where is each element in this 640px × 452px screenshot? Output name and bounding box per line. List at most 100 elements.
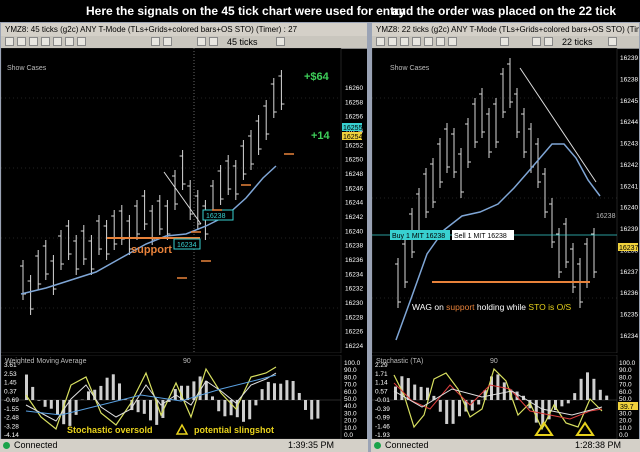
histogram-bar: [242, 400, 245, 422]
price-axis-label: 16245: [620, 98, 638, 105]
osc-axis-label: 1.14: [375, 380, 388, 387]
right-price-panel[interactable]: Show Cases Buy 1 MIT 16238 Sell 1 MIT 16…: [372, 48, 640, 353]
zoom-icon[interactable]: [424, 37, 433, 46]
histogram-bar: [586, 372, 589, 400]
histogram-bar: [598, 389, 602, 400]
histogram-bar: [254, 400, 258, 406]
histogram-bar: [304, 400, 307, 410]
osc-axis-label: 80.0: [344, 374, 357, 381]
right-status-time: 1:28:38 PM: [575, 440, 622, 450]
left-price-panel[interactable]: Show Cases support +$64 +14 16238 16234 …: [1, 48, 368, 353]
indicator-title: Weighted Moving Average: [5, 358, 87, 365]
histogram-bar: [279, 383, 283, 400]
link-icon[interactable]: [376, 37, 385, 46]
price-axis-label: 16238: [345, 243, 363, 250]
histogram-bar: [211, 396, 214, 400]
histogram-bar: [142, 400, 146, 414]
right-status-bar: Connected 1:28:38 PM: [371, 439, 640, 452]
sell-order-tag[interactable]: Sell 1 MIT 16238: [454, 233, 507, 240]
histogram-bar: [49, 400, 53, 409]
price-axis-label: 16237: [620, 269, 638, 276]
flag-icon[interactable]: [500, 37, 509, 46]
histogram-bar: [310, 400, 314, 420]
current-price-tag-2: 16254: [343, 134, 363, 141]
histogram-bar: [149, 400, 152, 421]
annotation-slingshot: potential slingshot: [194, 425, 274, 435]
osc-axis-label: -0.99: [375, 415, 390, 422]
forward-icon[interactable]: [544, 37, 553, 46]
osc-value-tag: 39.7: [620, 404, 634, 411]
price-axis-label: 16240: [620, 205, 638, 212]
back-icon[interactable]: [197, 37, 206, 46]
text-icon[interactable]: [41, 37, 50, 46]
right-indicator-panel[interactable]: Stochastic (TA) 90 2.291.711.140.57-0.01…: [372, 355, 640, 439]
histogram-bar: [285, 380, 289, 400]
period-icon[interactable]: [276, 37, 285, 46]
histogram-bar: [273, 383, 276, 400]
histogram-bar: [605, 395, 609, 400]
draw-icon[interactable]: [400, 37, 409, 46]
right-chart-titlebar[interactable]: YMZ8: 22 ticks (g2c) ANY T-Mode (TLs+Gri…: [372, 23, 639, 36]
support-label: support: [131, 244, 172, 256]
osc-axis-label: -0.01: [375, 397, 390, 404]
link-icon[interactable]: [5, 37, 14, 46]
histogram-bar: [204, 381, 208, 400]
osc-axis-label: 80.0: [619, 374, 632, 381]
osc-axis-label: -1.46: [375, 423, 390, 430]
price-axis-label: 16236: [345, 257, 363, 264]
histogram-bar: [451, 400, 455, 424]
connection-status: Connected: [385, 440, 429, 450]
histogram-bar: [592, 378, 596, 400]
histogram-bar: [316, 400, 320, 419]
osc-right-axis: 100.090.080.070.060.050.040.030.020.010.…: [619, 360, 636, 439]
left-chart-titlebar[interactable]: YMZ8: 45 ticks (g2c) ANY T-Mode (TLs+Gri…: [1, 23, 367, 36]
histogram-bar: [445, 400, 449, 424]
level-box-16234: 16234: [177, 242, 197, 249]
profit-label-2: +14: [311, 130, 331, 142]
draw-icon[interactable]: [29, 37, 38, 46]
buy-order-tag[interactable]: Buy 1 MIT 16238: [392, 233, 445, 240]
wag-annotation: WAG on support holding while STO is O/S: [412, 302, 572, 312]
forward-icon[interactable]: [209, 37, 218, 46]
osc-axis-label: 30.0: [344, 410, 357, 417]
back-icon[interactable]: [532, 37, 541, 46]
sound-icon[interactable]: [163, 37, 172, 46]
indicator-icon[interactable]: [77, 37, 86, 46]
osc-axis-label: 1.45: [4, 380, 17, 387]
flag-icon[interactable]: [151, 37, 160, 46]
banner-left-text: Here the signals on the 45 tick chart we…: [86, 4, 406, 18]
show-cases-label: Show Cases: [7, 65, 47, 72]
properties-icon[interactable]: [65, 37, 74, 46]
histogram-bar: [566, 400, 570, 404]
histogram-bar: [266, 381, 270, 400]
banner-right-text: and the order was placed on the 22 tick: [392, 4, 617, 18]
histogram-bar: [74, 400, 78, 415]
price-axis-label: 16228: [345, 314, 363, 321]
left-chart-window: YMZ8: 45 ticks (g2c) ANY T-Mode (TLs+Gri…: [0, 22, 368, 452]
zoom-icon[interactable]: [53, 37, 62, 46]
histogram-bar: [297, 392, 301, 400]
interval-selector[interactable]: 45 ticks: [227, 36, 258, 48]
price-axis-label: 16244: [620, 119, 638, 126]
properties-icon[interactable]: [436, 37, 445, 46]
price-axis[interactable]: 16239 16238 16245 16244 16243 16242 16241 16240…: [620, 55, 638, 340]
osc-axis-label: 20.0: [619, 418, 632, 425]
osc-axis-label: 2.53: [4, 371, 17, 378]
current-price-tag-1: 16255: [343, 125, 363, 132]
osc-axis-label: 50.0: [344, 396, 357, 403]
interval-selector[interactable]: 22 ticks: [562, 36, 593, 48]
left-indicator-panel[interactable]: Weighted Moving Average 90 3.61 2.53 1.450…: [1, 355, 368, 439]
cursor-icon[interactable]: [17, 37, 26, 46]
price-axis-label: 16242: [345, 214, 363, 221]
histogram-bar: [136, 400, 140, 413]
cursor-icon[interactable]: [388, 37, 397, 46]
indicator-icon[interactable]: [448, 37, 457, 46]
osc-axis-label: 100.0: [344, 360, 361, 367]
osc-axis-label: -2.48: [4, 415, 19, 422]
histogram-bar: [477, 400, 481, 405]
price-axis-label: 16243: [620, 141, 638, 148]
histogram-bar: [31, 386, 35, 400]
price-axis-label: 16224: [345, 343, 363, 350]
period-icon[interactable]: [608, 37, 617, 46]
text-icon[interactable]: [412, 37, 421, 46]
